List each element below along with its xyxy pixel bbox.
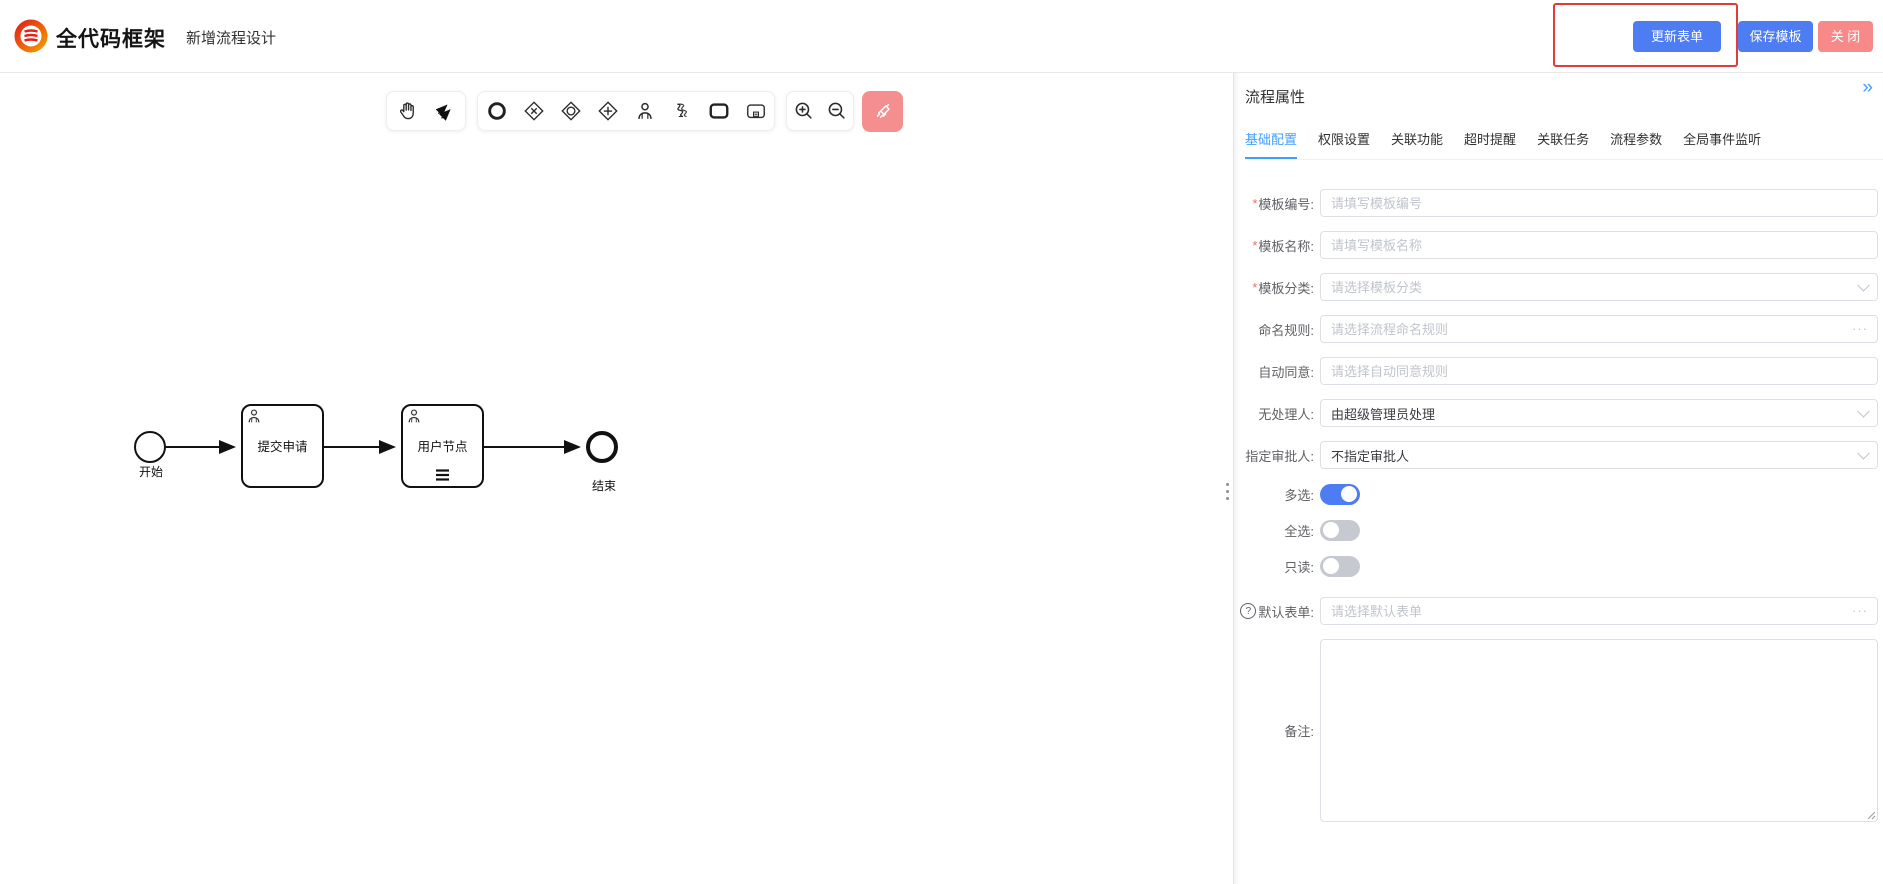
tab-permission-settings[interactable]: 权限设置 bbox=[1318, 123, 1370, 157]
naming-rule-input[interactable] bbox=[1320, 315, 1878, 343]
remarks-textarea[interactable] bbox=[1320, 639, 1878, 822]
node-label: 结束 bbox=[592, 479, 616, 493]
field-label: 模板编号: bbox=[1258, 194, 1314, 213]
tab-process-params[interactable]: 流程参数 bbox=[1610, 123, 1662, 157]
form-row-remarks: 备注: bbox=[1234, 639, 1883, 822]
toolbar-group-tools bbox=[386, 91, 466, 131]
bpmn-diagram: 开始 提交申请 用户节点 bbox=[115, 398, 635, 503]
basic-config-form: *模板编号: *模板名称: *模板分类: 命名规则: ··· 自动同意: 无处理… bbox=[1234, 189, 1883, 836]
brand-name: 全代码框架 bbox=[56, 23, 166, 53]
inclusive-gateway-icon[interactable] bbox=[556, 96, 586, 126]
resize-grip-icon[interactable] bbox=[1867, 811, 1876, 820]
panel-tabs: 基础配置 权限设置 关联功能 超时提醒 关联任务 流程参数 全局事件监听 bbox=[1245, 123, 1883, 160]
more-icon: ··· bbox=[1852, 324, 1868, 334]
auto-agree-input[interactable] bbox=[1320, 357, 1878, 385]
field-label: 自动同意: bbox=[1258, 362, 1314, 381]
select-all-toggle[interactable] bbox=[1320, 520, 1360, 541]
form-row-template-no: *模板编号: bbox=[1234, 189, 1883, 217]
more-icon: ··· bbox=[1852, 606, 1868, 616]
template-category-select[interactable] bbox=[1320, 273, 1878, 301]
panel-title: 流程属性 bbox=[1245, 86, 1305, 107]
field-label: 多选: bbox=[1284, 485, 1314, 504]
default-form-input[interactable] bbox=[1320, 597, 1878, 625]
form-row-multi-select: 多选: bbox=[1234, 483, 1883, 505]
start-event-icon[interactable] bbox=[482, 96, 512, 126]
brand-logo-icon bbox=[13, 18, 49, 54]
clear-brush-icon bbox=[872, 101, 894, 123]
hand-tool-icon[interactable] bbox=[392, 96, 422, 126]
form-row-read-only: 只读: bbox=[1234, 555, 1883, 577]
form-row-template-name: *模板名称: bbox=[1234, 231, 1883, 259]
toolbar-group-zoom bbox=[786, 91, 854, 131]
form-row-designated-approver: 指定审批人: bbox=[1234, 441, 1883, 469]
tab-related-tasks[interactable]: 关联任务 bbox=[1537, 123, 1589, 157]
panel-resize-handle[interactable] bbox=[1223, 483, 1231, 500]
save-template-button[interactable]: 保存模板 bbox=[1738, 21, 1813, 52]
node-start-event[interactable]: 开始 bbox=[135, 432, 165, 479]
exclusive-gateway-icon[interactable] bbox=[519, 96, 549, 126]
user-task-icon[interactable] bbox=[630, 96, 660, 126]
node-end-event[interactable]: 结束 bbox=[588, 433, 616, 493]
no-handler-select[interactable] bbox=[1320, 399, 1878, 427]
clear-canvas-button[interactable] bbox=[862, 91, 903, 132]
designated-approver-select[interactable] bbox=[1320, 441, 1878, 469]
help-icon: ? bbox=[1240, 603, 1256, 619]
template-name-input[interactable] bbox=[1320, 231, 1878, 259]
toolbar-group-palette bbox=[477, 91, 775, 131]
diagram-canvas[interactable]: 开始 提交申请 用户节点 bbox=[0, 73, 1233, 884]
form-row-no-handler: 无处理人: bbox=[1234, 399, 1883, 427]
close-button[interactable]: 关 闭 bbox=[1818, 21, 1873, 52]
form-row-select-all: 全选: bbox=[1234, 519, 1883, 541]
field-label: 备注: bbox=[1284, 721, 1314, 740]
collapse-panel-icon[interactable]: » bbox=[1862, 78, 1873, 98]
form-row-template-category: *模板分类: bbox=[1234, 273, 1883, 301]
zoom-out-icon[interactable] bbox=[822, 96, 852, 126]
form-row-default-form: ? 默认表单: ··· bbox=[1234, 597, 1883, 625]
required-marker: * bbox=[1252, 196, 1257, 211]
tab-basic-config[interactable]: 基础配置 bbox=[1245, 123, 1297, 159]
form-row-auto-agree: 自动同意: bbox=[1234, 357, 1883, 385]
connect-tool-icon[interactable] bbox=[431, 96, 461, 126]
collapsed-subprocess-icon[interactable] bbox=[741, 96, 771, 126]
read-only-toggle[interactable] bbox=[1320, 556, 1360, 577]
task-icon[interactable] bbox=[704, 96, 734, 126]
parallel-gateway-icon[interactable] bbox=[593, 96, 623, 126]
node-label: 用户节点 bbox=[417, 439, 467, 454]
form-row-naming-rule: 命名规则: ··· bbox=[1234, 315, 1883, 343]
properties-panel: 流程属性 » 基础配置 权限设置 关联功能 超时提醒 关联任务 流程参数 全局事… bbox=[1233, 73, 1883, 884]
tab-timeout-reminder[interactable]: 超时提醒 bbox=[1464, 123, 1516, 157]
field-label: 只读: bbox=[1284, 557, 1314, 576]
zoom-in-icon[interactable] bbox=[789, 96, 819, 126]
update-form-button[interactable]: 更新表单 bbox=[1633, 21, 1721, 52]
field-label: 指定审批人: bbox=[1245, 446, 1314, 465]
tab-global-event-listener[interactable]: 全局事件监听 bbox=[1683, 123, 1761, 157]
multi-select-toggle[interactable] bbox=[1320, 484, 1360, 505]
field-label: 默认表单: bbox=[1258, 602, 1314, 621]
field-label: 模板分类: bbox=[1258, 278, 1314, 297]
field-label: 模板名称: bbox=[1258, 236, 1314, 255]
field-label: 全选: bbox=[1284, 521, 1314, 540]
field-label: 命名规则: bbox=[1258, 320, 1314, 339]
node-label: 开始 bbox=[139, 465, 163, 479]
required-marker: * bbox=[1252, 280, 1257, 295]
app-header: 全代码框架 新增流程设计 更新表单 保存模板 关 闭 bbox=[0, 0, 1883, 73]
field-label: 无处理人: bbox=[1258, 404, 1314, 423]
node-task-user[interactable]: 用户节点 bbox=[402, 405, 483, 487]
node-task-submit[interactable]: 提交申请 bbox=[242, 405, 323, 487]
node-label: 提交申请 bbox=[257, 439, 307, 454]
flow-scroll-icon[interactable] bbox=[667, 96, 697, 126]
tab-related-functions[interactable]: 关联功能 bbox=[1391, 123, 1443, 157]
required-marker: * bbox=[1252, 238, 1257, 253]
page-title: 新增流程设计 bbox=[186, 27, 276, 48]
template-no-input[interactable] bbox=[1320, 189, 1878, 217]
